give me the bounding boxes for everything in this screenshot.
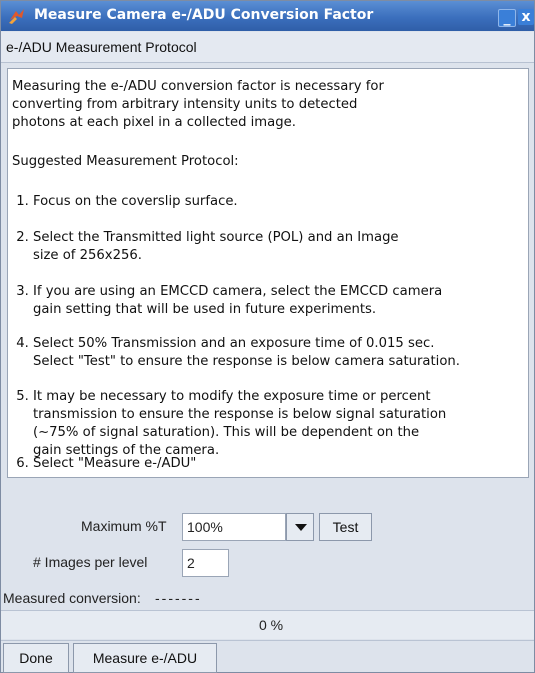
protocol-heading: Suggested Measurement Protocol: (12, 154, 239, 169)
protocol-step: 3. If you are using an EMCCD camera, sel… (16, 284, 443, 317)
close-button[interactable]: x (518, 9, 534, 25)
minimize-button[interactable]: _ (498, 9, 516, 27)
window-title: Measure Camera e-/ADU Conversion Factor (34, 7, 374, 23)
progress-text: 0 % (259, 617, 284, 633)
dialog-window: Measure Camera e-/ADU Conversion Factor … (0, 0, 535, 673)
app-icon (9, 9, 24, 24)
done-button[interactable]: Done (3, 643, 69, 673)
measured-conversion-value: ------- (155, 590, 202, 606)
max-t-label: Maximum %T (81, 518, 167, 534)
protocol-header: e-/ADU Measurement Protocol (1, 32, 534, 63)
images-per-level-label: # Images per level (33, 554, 148, 570)
chevron-down-icon (295, 524, 307, 531)
protocol-text-panel[interactable]: Measuring the e-/ADU conversion factor i… (7, 68, 529, 478)
protocol-step: 2. Select the Transmitted light source (… (16, 230, 399, 263)
protocol-step: 4. Select 50% Transmission and an exposu… (16, 336, 460, 369)
test-button[interactable]: Test (319, 513, 372, 541)
max-t-select[interactable]: 100% (182, 513, 286, 541)
progress-bar: 0 % (1, 611, 534, 639)
divider (1, 640, 534, 641)
max-t-dropdown-button[interactable] (286, 513, 314, 541)
measure-e-adu-button[interactable]: Measure e-/ADU (73, 643, 217, 673)
protocol-intro: Measuring the e-/ADU conversion factor i… (12, 79, 384, 130)
protocol-step: 5. It may be necessary to modify the exp… (16, 389, 447, 458)
measured-conversion-label: Measured conversion: (3, 590, 141, 606)
protocol-step: 1. Focus on the coverslip surface. (12, 194, 238, 209)
title-bar[interactable]: Measure Camera e-/ADU Conversion Factor … (1, 1, 534, 31)
images-per-level-input[interactable]: 2 (182, 549, 229, 577)
protocol-step: 6. Select "Measure e-/ADU" (12, 456, 197, 471)
protocol-header-title: e-/ADU Measurement Protocol (6, 39, 197, 55)
